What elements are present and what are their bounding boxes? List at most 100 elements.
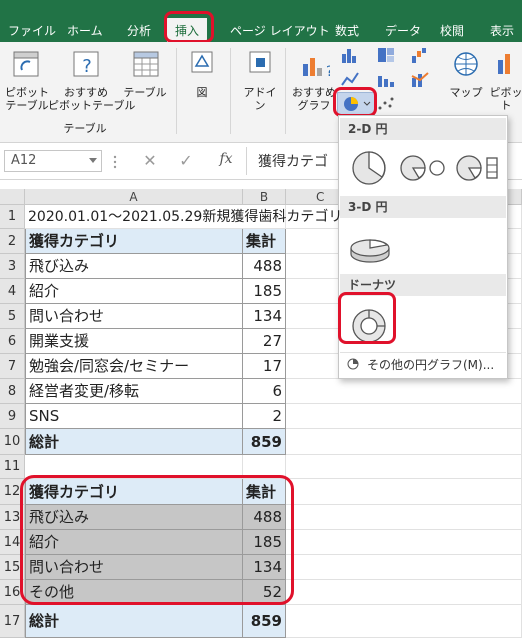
pie-2d-icon[interactable] bbox=[349, 148, 389, 188]
map-icon bbox=[454, 52, 478, 76]
cell-b3[interactable]: 488 bbox=[243, 254, 286, 279]
row-header-8[interactable]: 8 bbox=[0, 379, 25, 404]
pivot-chart-icon bbox=[498, 54, 510, 74]
row-header-9[interactable]: 9 bbox=[0, 404, 25, 429]
table-button[interactable]: テーブル bbox=[122, 86, 168, 99]
chevron-down-icon[interactable] bbox=[89, 158, 97, 164]
row-header-7[interactable]: 7 bbox=[0, 354, 25, 379]
illustrations-button[interactable]: 図 bbox=[188, 86, 216, 99]
cell-c15[interactable] bbox=[286, 555, 522, 580]
column-header-b[interactable]: B bbox=[243, 189, 286, 205]
cell-c9[interactable] bbox=[286, 404, 522, 429]
cell-a7[interactable]: 勉強会/同窓会/セミナー bbox=[25, 354, 243, 379]
svg-text:?: ? bbox=[82, 56, 92, 77]
cell-a9[interactable]: SNS bbox=[25, 404, 243, 429]
row-header-6[interactable]: 6 bbox=[0, 329, 25, 354]
cell-c16[interactable] bbox=[286, 580, 522, 605]
column-header-c-label: C bbox=[316, 190, 325, 204]
cell-a6[interactable]: 開業支援 bbox=[25, 329, 243, 354]
cell-a3[interactable]: 飛び込み bbox=[25, 254, 243, 279]
tables-group-label: テーブル bbox=[63, 122, 107, 135]
row-header-2[interactable]: 2 bbox=[0, 229, 25, 254]
pie-of-pie-icon[interactable] bbox=[399, 148, 447, 188]
cell-b10[interactable]: 859 bbox=[243, 429, 286, 455]
tab-review[interactable]: 校閲 bbox=[440, 20, 464, 42]
cancel-icon[interactable]: ✕ bbox=[138, 151, 162, 171]
statistic-chart-icon[interactable] bbox=[376, 70, 396, 88]
cell-a8[interactable]: 経営者変更/移転 bbox=[25, 379, 243, 404]
insert-function-icon[interactable]: fx bbox=[214, 151, 238, 171]
bar-of-pie-icon[interactable] bbox=[455, 148, 503, 188]
cell-a10[interactable]: 総計 bbox=[25, 429, 243, 455]
column-chart-icon[interactable] bbox=[340, 46, 360, 64]
row-header-5[interactable]: 5 bbox=[0, 304, 25, 329]
enter-icon[interactable]: ✓ bbox=[174, 151, 198, 171]
cell-a1[interactable]: 2020.01.01～2021.05.29新規獲得歯科カテゴリ bbox=[25, 205, 342, 229]
cell-b7[interactable]: 17 bbox=[243, 354, 286, 379]
more-dots-icon bbox=[113, 155, 117, 169]
cell-c12[interactable] bbox=[286, 479, 522, 505]
title-bar bbox=[0, 0, 522, 10]
row-header-10[interactable]: 10 bbox=[0, 429, 25, 455]
cell-c17[interactable] bbox=[286, 605, 522, 638]
cell-c14[interactable] bbox=[286, 530, 522, 555]
small-pie-icon bbox=[347, 358, 359, 370]
section-3d-pie: 3-D 円 bbox=[340, 196, 506, 218]
cell-b9[interactable]: 2 bbox=[243, 404, 286, 429]
hierarchy-chart-icon[interactable] bbox=[376, 46, 396, 64]
cell-b2[interactable]: 集計 bbox=[243, 229, 286, 254]
cell-c13[interactable] bbox=[286, 505, 522, 530]
scatter-chart-icon[interactable] bbox=[376, 94, 396, 112]
formula-input[interactable]: 獲得カテゴ bbox=[258, 151, 328, 171]
cell-c10[interactable] bbox=[286, 429, 522, 455]
column-header-a[interactable]: A bbox=[25, 189, 243, 205]
row-header-11[interactable]: 11 bbox=[0, 455, 25, 479]
table-icon bbox=[133, 51, 159, 77]
donut-highlight bbox=[338, 292, 396, 344]
pivot-chart-button[interactable]: ピボット bbox=[486, 86, 522, 112]
ribbon-tab-bar: ファイル ホーム 分析 挿入 ページ レイアウト 数式 データ 校閲 表示 bbox=[0, 10, 522, 44]
cell-a2[interactable]: 獲得カテゴリ bbox=[25, 229, 243, 254]
recommended-pivot-button[interactable]: おすすめ ピボットテーブル bbox=[48, 86, 135, 112]
tab-home[interactable]: ホーム bbox=[67, 20, 103, 42]
cell-a17[interactable]: 総計 bbox=[25, 605, 243, 638]
cell-a4[interactable]: 紹介 bbox=[25, 279, 243, 304]
svg-text:?: ? bbox=[326, 64, 330, 78]
tab-analyze[interactable]: 分析 bbox=[127, 20, 151, 42]
pivot-table-icon bbox=[13, 51, 39, 77]
row-header-4[interactable]: 4 bbox=[0, 279, 25, 304]
tab-file[interactable]: ファイル bbox=[8, 20, 56, 42]
pivot-table-button[interactable]: ピボット テーブル bbox=[4, 86, 50, 112]
row-header-17[interactable]: 17 bbox=[0, 605, 25, 638]
more-pie-charts-item[interactable]: その他の円グラフ(M)... bbox=[367, 356, 494, 373]
recommended-pivot-icon: ? bbox=[73, 51, 99, 77]
map-button[interactable]: マップ bbox=[446, 86, 486, 99]
cell-b17[interactable]: 859 bbox=[243, 605, 286, 638]
pie-button-highlight bbox=[333, 87, 377, 117]
section-2d-pie: 2-D 円 bbox=[340, 118, 506, 140]
waterfall-chart-icon[interactable] bbox=[410, 46, 430, 64]
addins-button[interactable]: アドイ ン bbox=[240, 86, 280, 112]
tab-page-layout[interactable]: ページ レイアウト bbox=[230, 20, 330, 42]
addins-icon bbox=[249, 51, 271, 73]
cell-b5[interactable]: 134 bbox=[243, 304, 286, 329]
pie-3d-icon[interactable] bbox=[347, 226, 393, 266]
recommended-chart-button[interactable]: おすすめ グラフ bbox=[290, 86, 338, 112]
combo-chart-icon[interactable] bbox=[410, 70, 430, 88]
cell-c8[interactable] bbox=[286, 379, 522, 404]
tab-view[interactable]: 表示 bbox=[490, 20, 514, 42]
cell-c11[interactable] bbox=[286, 455, 522, 479]
name-box-value: A12 bbox=[11, 153, 37, 168]
cell-a5[interactable]: 問い合わせ bbox=[25, 304, 243, 329]
tab-data[interactable]: データ bbox=[385, 20, 421, 42]
name-box[interactable]: A12 bbox=[4, 150, 102, 172]
tab-formulas[interactable]: 数式 bbox=[335, 20, 359, 42]
row-header-3[interactable]: 3 bbox=[0, 254, 25, 279]
illustrations-icon bbox=[191, 51, 213, 73]
cell-b4[interactable]: 185 bbox=[243, 279, 286, 304]
select-all-corner[interactable] bbox=[0, 189, 25, 205]
cell-b8[interactable]: 6 bbox=[243, 379, 286, 404]
row-header-1[interactable]: 1 bbox=[0, 205, 25, 229]
cell-b6[interactable]: 27 bbox=[243, 329, 286, 354]
line-chart-icon[interactable] bbox=[340, 70, 360, 88]
